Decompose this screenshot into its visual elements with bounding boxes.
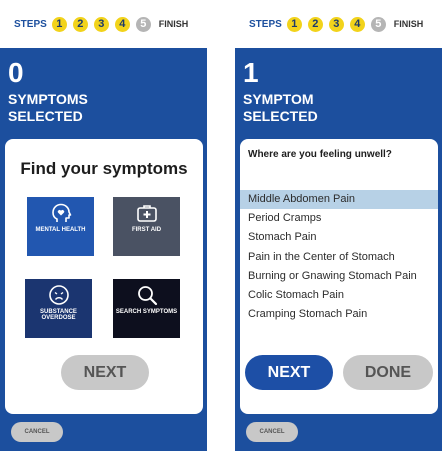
substance-overdose-label: SUBSTANCE OVERDOSE (40, 309, 77, 321)
done-button[interactable]: DONE (343, 355, 433, 390)
step-3-indicator: 3 (93, 16, 109, 32)
question-heading: Where are you feeling unwell? (248, 149, 392, 160)
symptom-count-label: SYMPTOM SELECTED (243, 91, 318, 124)
next-button[interactable]: NEXT (61, 355, 149, 390)
symptom-category-card: Find your symptoms MENTAL HEALTH FIRST A… (5, 139, 203, 414)
symptom-item[interactable]: Pain in the Center of Stomach (240, 248, 438, 267)
steps-progress-bar: STEPS 1 2 3 4 5 FINISH (0, 0, 207, 48)
step-5-indicator: 5 (135, 16, 151, 32)
finish-label: FINISH (158, 19, 189, 29)
symptom-item[interactable]: Cramping Stomach Pain (240, 305, 438, 324)
symptom-item[interactable]: Colic Stomach Pain (240, 286, 438, 305)
search-symptoms-tile[interactable]: SEARCH SYMPTOMS (113, 279, 180, 338)
symptom-list-screen: STEPS 1 2 3 4 5 FINISH 1 SYMPTOM SELECTE… (235, 0, 442, 451)
cancel-button[interactable]: CANCEL (246, 422, 298, 442)
step-1-indicator: 1 (286, 16, 302, 32)
finish-label: FINISH (393, 19, 424, 29)
symptom-item-selected[interactable]: Middle Abdomen Pain (240, 190, 438, 210)
search-symptoms-label: SEARCH SYMPTOMS (115, 309, 178, 315)
symptom-item[interactable]: Stomach Pain (240, 228, 438, 247)
next-button[interactable]: NEXT (245, 355, 333, 390)
steps-progress-bar: STEPS 1 2 3 4 5 FINISH (235, 0, 442, 48)
cancel-button[interactable]: CANCEL (11, 422, 63, 442)
symptom-item[interactable]: Burning or Gnawing Stomach Pain (240, 267, 438, 286)
first-aid-tile[interactable]: FIRST AID (113, 197, 180, 256)
step-3-indicator: 3 (328, 16, 344, 32)
symptom-count: 1 (243, 57, 259, 88)
symptom-category-screen: STEPS 1 2 3 4 5 FINISH 0 SYMPTOMS SELECT… (0, 0, 207, 451)
step-1-indicator: 1 (51, 16, 67, 32)
card-title: Find your symptoms (20, 159, 188, 178)
symptom-list: Middle Abdomen Pain Period Cramps Stomac… (240, 190, 438, 324)
substance-overdose-tile[interactable]: SUBSTANCE OVERDOSE (25, 279, 92, 338)
steps-label: STEPS (14, 18, 47, 30)
step-2-indicator: 2 (307, 16, 323, 32)
mental-health-label: MENTAL HEALTH (35, 227, 86, 233)
step-4-indicator: 4 (114, 16, 130, 32)
steps-label: STEPS (249, 18, 282, 30)
symptom-item[interactable]: Period Cramps (240, 209, 438, 228)
first-aid-kit-icon (136, 205, 157, 222)
step-5-indicator: 5 (370, 16, 386, 32)
mental-health-tile[interactable]: MENTAL HEALTH (27, 197, 94, 256)
head-heart-icon (51, 203, 71, 222)
symptom-list-card: Where are you feeling unwell? Middle Abd… (240, 139, 438, 414)
step-4-indicator: 4 (349, 16, 365, 32)
search-icon (137, 286, 157, 306)
sick-face-icon (48, 285, 69, 305)
symptom-count: 0 (8, 57, 24, 88)
first-aid-label: FIRST AID (131, 227, 162, 233)
step-2-indicator: 2 (72, 16, 88, 32)
symptom-count-label: SYMPTOMS SELECTED (8, 91, 88, 124)
